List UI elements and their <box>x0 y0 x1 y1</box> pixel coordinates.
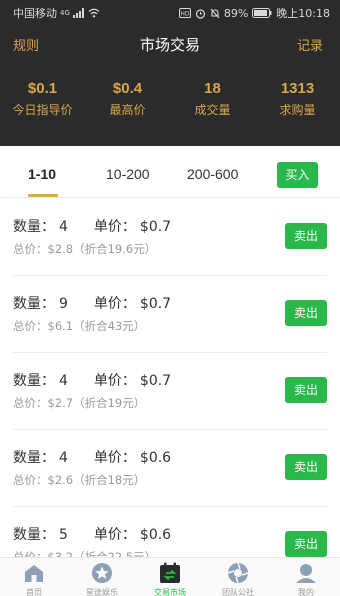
price-value: $0.7 <box>139 373 172 389</box>
home-icon <box>25 565 43 582</box>
nav-item-entertainment[interactable]: 星途娱乐 <box>68 558 136 596</box>
stat-label: 成交量 <box>194 103 231 117</box>
order-info: 数量： 4 单价： $0.7 <box>13 216 175 236</box>
svg-text:HD: HD <box>180 11 190 18</box>
nav-label: 团队公社 <box>222 588 254 596</box>
price-value: $0.7 <box>139 296 172 312</box>
quantity-label: 数量： <box>13 296 55 312</box>
price-label: 单价： <box>93 219 136 235</box>
header: 中国移动 4G HD 89% 晚上10:18 规则 市场交易 记录 $0.1 今… <box>0 0 340 146</box>
battery-percent: 89% <box>223 6 249 20</box>
signal-icon <box>72 8 85 18</box>
sell-button[interactable]: 卖出 <box>285 531 327 557</box>
price-label: 单价： <box>93 527 136 543</box>
buy-button[interactable]: 买入 <box>277 162 318 188</box>
stat-highest-price: $0.4 最高价 <box>85 80 170 124</box>
nav-item-team[interactable]: 团队公社 <box>204 558 272 596</box>
nav-item-profile[interactable]: 我的 <box>272 558 340 596</box>
order-info: 数量： 4 单价： $0.7 <box>13 370 175 390</box>
team-icon <box>227 562 249 584</box>
price-label: 单价： <box>93 373 136 389</box>
nav-label: 我的 <box>298 588 314 596</box>
status-bar: 中国移动 4G HD 89% 晚上10:18 <box>0 0 340 24</box>
order-total: 总价：$2.7（折合19元） <box>13 396 146 410</box>
tab-range-1-10[interactable]: 1-10 <box>28 166 56 182</box>
nav-label: 首页 <box>26 588 42 596</box>
market-stats: $0.1 今日指导价 $0.4 最高价 18 成交量 1313 求购量 <box>0 80 340 124</box>
quantity-label: 数量： <box>13 373 55 389</box>
order-row: 数量： 5 单价： $0.6 总价：$3.2（折合22.5元） 卖出 <box>0 507 340 557</box>
records-link[interactable]: 记录 <box>297 35 323 54</box>
nav-label: 交易市场 <box>154 588 186 596</box>
nav-item-market[interactable]: 交易市场 <box>136 558 204 596</box>
wifi-icon <box>88 8 100 18</box>
stat-label: 最高价 <box>109 103 146 117</box>
stat-guide-price: $0.1 今日指导价 <box>0 80 85 124</box>
market-icon <box>160 562 180 583</box>
quantity-value: 4 <box>59 219 68 235</box>
order-total: 总价：$6.1（折合43元） <box>13 319 146 333</box>
stat-demand: 1313 求购量 <box>255 80 340 124</box>
page-title: 市场交易 <box>139 36 200 54</box>
order-row: 数量： 4 单价： $0.7 总价：$2.8（折合19.6元） 卖出 <box>0 199 340 276</box>
quantity-value: 9 <box>59 296 68 312</box>
price-value: $0.6 <box>139 450 172 466</box>
quantity-value: 4 <box>59 373 68 389</box>
quantity-label: 数量： <box>13 219 55 235</box>
sell-button[interactable]: 卖出 <box>285 377 327 403</box>
order-total: 总价：$3.2（折合22.5元） <box>13 550 157 557</box>
signal-label: 4G <box>60 9 70 17</box>
order-total: 总价：$2.6（折合18元） <box>13 473 146 487</box>
tab-range-200-600[interactable]: 200-600 <box>187 166 238 182</box>
stat-label: 今日指导价 <box>12 103 73 117</box>
alarm-icon <box>195 8 206 19</box>
nav-item-home[interactable]: 首页 <box>0 558 68 596</box>
price-label: 单价： <box>93 450 136 466</box>
stat-value: $0.4 <box>112 80 143 97</box>
sell-button[interactable]: 卖出 <box>285 223 327 249</box>
stat-value: 1313 <box>280 80 315 97</box>
stat-value: 18 <box>204 80 221 97</box>
order-list: 数量： 4 单价： $0.7 总价：$2.8（折合19.6元） 卖出 数量： 9 单价： $… <box>0 199 340 557</box>
quantity-label: 数量： <box>13 527 55 543</box>
order-total: 总价：$2.8（折合19.6元） <box>13 242 157 256</box>
hd-icon: HD <box>178 8 191 18</box>
order-info: 数量： 4 单价： $0.6 <box>13 447 175 467</box>
star-icon <box>92 563 112 583</box>
price-label: 单价： <box>93 296 136 312</box>
stat-value: $0.1 <box>27 80 58 97</box>
stat-volume: 18 成交量 <box>170 80 255 124</box>
carrier-label: 中国移动 <box>13 7 57 20</box>
stat-label: 求购量 <box>279 103 316 117</box>
active-tab-indicator <box>28 194 58 197</box>
order-row: 数量： 9 单价： $0.7 总价：$6.1（折合43元） 卖出 <box>0 276 340 353</box>
profile-icon <box>296 564 316 583</box>
price-value: $0.6 <box>139 527 172 543</box>
tab-range-10-200[interactable]: 10-200 <box>106 166 150 182</box>
clock: 晚上10:18 <box>276 7 330 20</box>
quantity-label: 数量： <box>13 450 55 466</box>
price-value: $0.7 <box>139 219 172 235</box>
bottom-nav: 首页 星途娱乐 交易市场 团队公社 我的 <box>0 557 340 596</box>
quantity-value: 5 <box>59 527 68 543</box>
order-row: 数量： 4 单价： $0.6 总价：$2.6（折合18元） 卖出 <box>0 430 340 507</box>
order-info: 数量： 9 单价： $0.7 <box>13 293 175 313</box>
sell-button[interactable]: 卖出 <box>285 300 327 326</box>
order-info: 数量： 5 单价： $0.6 <box>13 524 175 544</box>
order-row: 数量： 4 单价： $0.7 总价：$2.7（折合19元） 卖出 <box>0 353 340 430</box>
mute-icon <box>210 8 220 19</box>
nav-bar: 规则 市场交易 记录 <box>0 26 340 62</box>
nav-label: 星途娱乐 <box>86 588 118 596</box>
battery-icon <box>252 8 272 18</box>
sell-button[interactable]: 卖出 <box>285 454 327 480</box>
quantity-value: 4 <box>59 450 68 466</box>
